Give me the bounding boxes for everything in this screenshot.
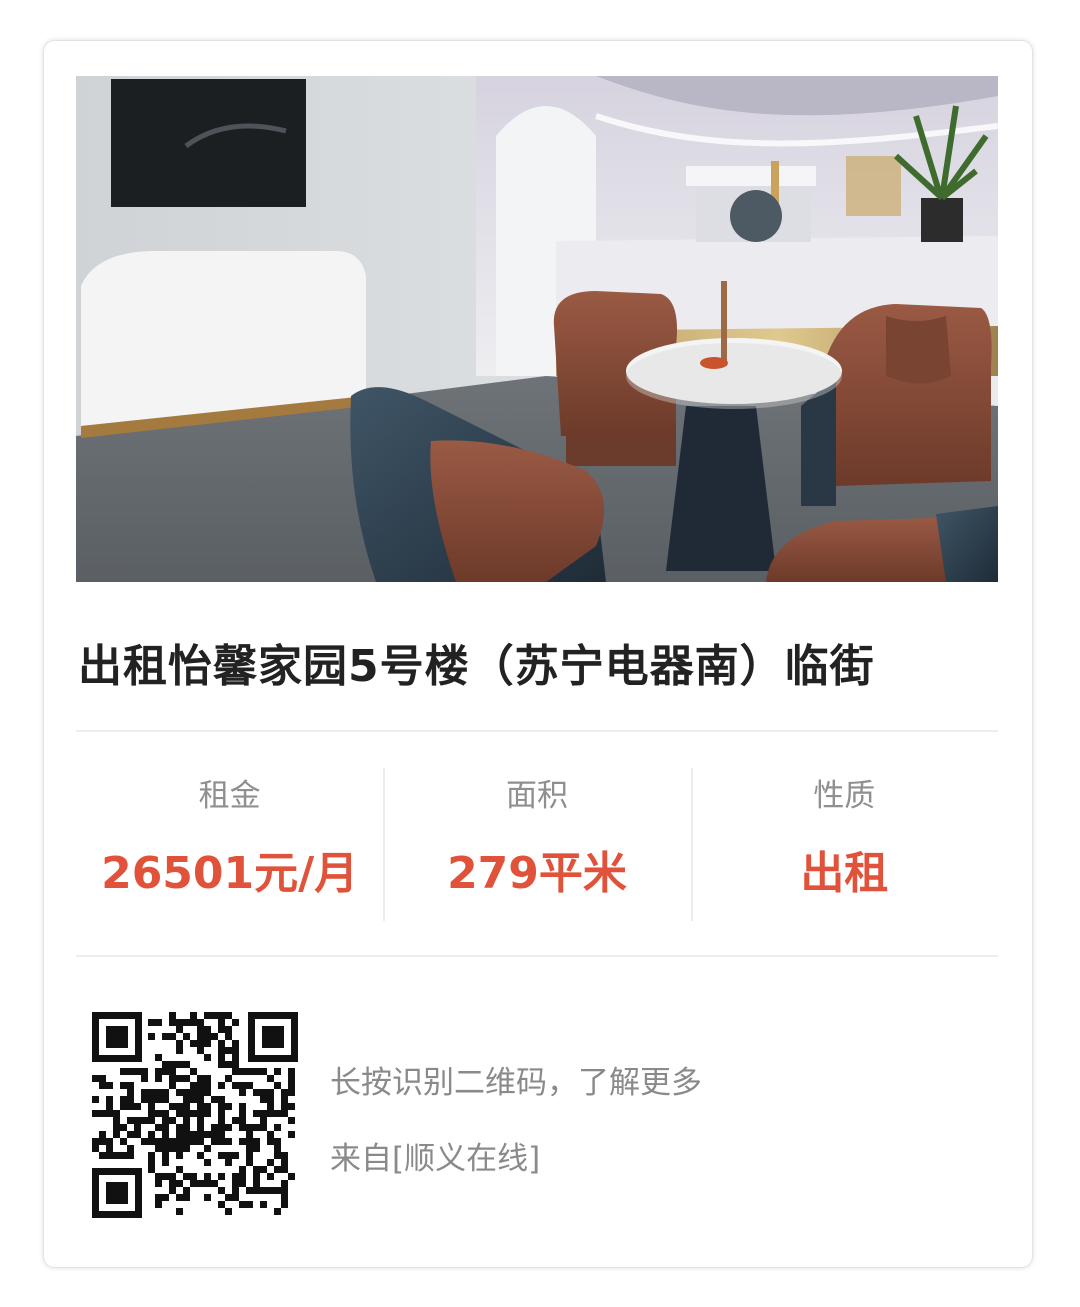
qr-code-icon[interactable] [88, 1008, 302, 1222]
stat-label: 租金 [198, 778, 261, 814]
listing-photo [76, 76, 998, 582]
listing-stats: 租金 26501元/月 面积 279平米 性质 出租 [76, 732, 998, 955]
divider [76, 955, 998, 957]
listing-title: 出租怡馨家园5号楼（苏宁电器南）临街 [78, 641, 875, 692]
stat-label: 面积 [505, 778, 568, 814]
stat-value: 出租 [800, 848, 889, 899]
stat-type: 性质 出租 [690, 732, 998, 955]
source-text: 来自[顺义在线] [330, 1141, 541, 1177]
listing-card[interactable]: 出租怡馨家园5号楼（苏宁电器南）临街 租金 26501元/月 面积 279平米 … [44, 41, 1032, 1267]
qr-hint-text: 长按识别二维码，了解更多 [330, 1065, 702, 1101]
stat-area: 面积 279平米 [383, 732, 690, 955]
stat-rent: 租金 26501元/月 [76, 732, 383, 955]
stat-value: 279平米 [447, 848, 627, 899]
stat-label: 性质 [813, 778, 876, 814]
stat-value: 26501元/月 [101, 848, 359, 899]
